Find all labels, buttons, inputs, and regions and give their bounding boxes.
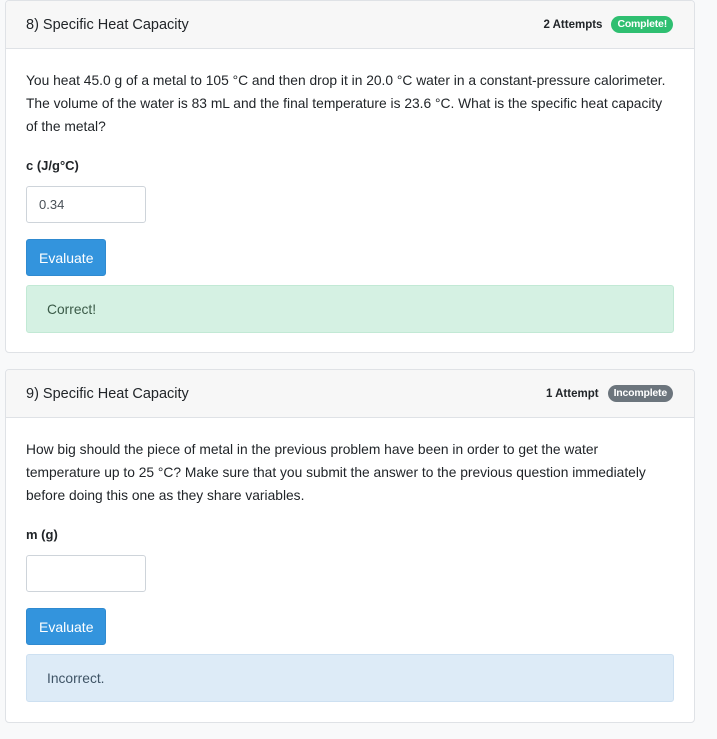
- answer-label: c (J/g°C): [26, 158, 79, 173]
- feedback-incorrect: Incorrect.: [26, 654, 674, 702]
- problem-header: 8) Specific Heat Capacity 2 Attempts Com…: [6, 1, 694, 49]
- question-text: How big should the piece of metal in the…: [26, 442, 646, 503]
- problem-header: 9) Specific Heat Capacity 1 Attempt Inco…: [6, 370, 694, 418]
- answer-input[interactable]: [26, 186, 146, 223]
- question-text: You heat 45.0 g of a metal to 105 °C and…: [26, 73, 666, 134]
- problem-title: 8) Specific Heat Capacity: [26, 16, 189, 33]
- answer-input[interactable]: [26, 555, 146, 592]
- problem-body: You heat 45.0 g of a metal to 105 °C and…: [6, 49, 694, 352]
- evaluate-button[interactable]: Evaluate: [26, 608, 107, 645]
- problem-title: 9) Specific Heat Capacity: [26, 385, 189, 402]
- feedback-text: Incorrect.: [47, 670, 105, 686]
- feedback-text: Correct!: [47, 301, 97, 317]
- attempts-count: 1 Attempt: [545, 387, 599, 400]
- problem-card-8: 8) Specific Heat Capacity 2 Attempts Com…: [5, 0, 695, 353]
- status-badge: Complete!: [611, 16, 673, 33]
- feedback-correct: Correct!: [26, 285, 674, 333]
- answer-label: m (g): [26, 527, 58, 542]
- problem-card-9: 9) Specific Heat Capacity 1 Attempt Inco…: [5, 369, 695, 723]
- status-group: 1 Attempt Incomplete: [546, 385, 673, 402]
- attempts-count: 2 Attempts: [543, 18, 603, 31]
- status-badge: Incomplete: [607, 385, 673, 402]
- problem-body: How big should the piece of metal in the…: [6, 418, 694, 722]
- status-group: 2 Attempts Complete!: [543, 16, 673, 33]
- evaluate-button[interactable]: Evaluate: [26, 239, 107, 276]
